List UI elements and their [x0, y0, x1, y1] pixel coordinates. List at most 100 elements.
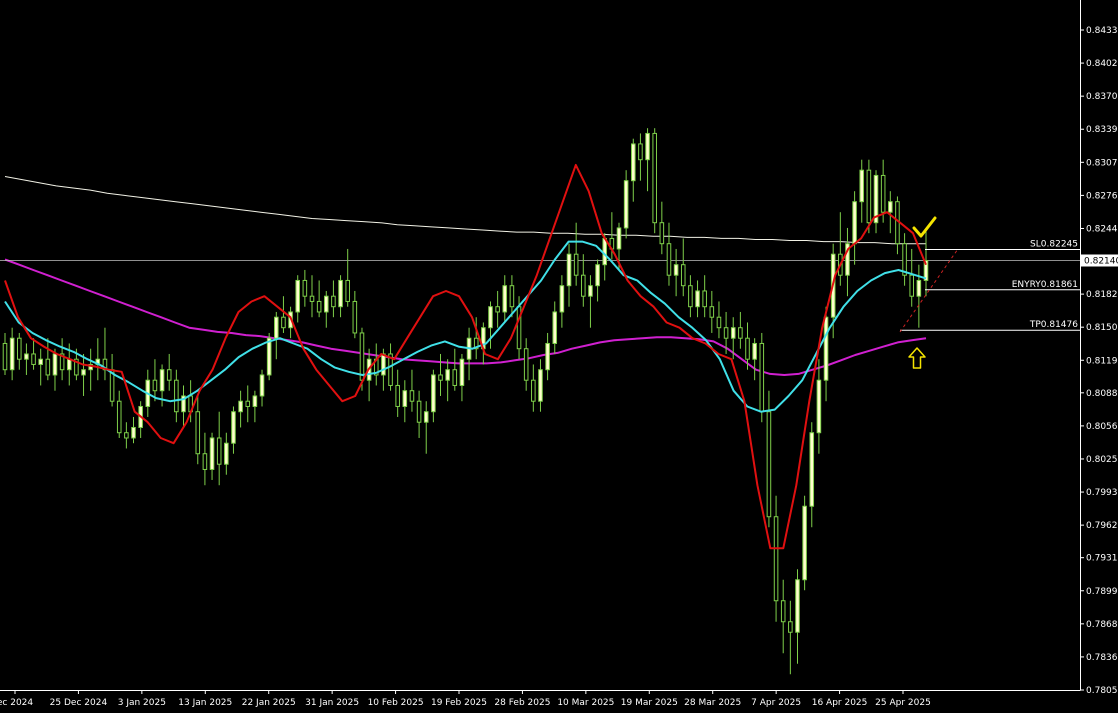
price-tick-label: 0.83390	[1086, 125, 1118, 135]
candle-body	[545, 342, 550, 371]
candle-body	[802, 505, 807, 581]
candle-body	[24, 353, 29, 360]
trade-level-label: ENYRY0.81861	[1012, 280, 1078, 290]
candle-body	[595, 264, 600, 287]
candle-body	[195, 411, 201, 455]
candle-body	[616, 227, 622, 250]
forex-candlestick-chart: SL0.82245 ENYRY0.81861 TP0.81476 0.84335 0.…	[0, 0, 1118, 713]
candle-body	[866, 169, 872, 224]
candle-body	[523, 348, 529, 381]
candle-body	[402, 390, 408, 407]
candle-body	[252, 395, 258, 407]
candle-body	[259, 374, 265, 397]
candle-body	[531, 379, 536, 402]
price-tick-label: 0.79620	[1086, 521, 1118, 531]
candle-body	[552, 311, 558, 344]
candle-body	[666, 243, 672, 276]
candle-body	[52, 353, 58, 376]
candle-body	[9, 337, 15, 371]
candle-body	[224, 442, 229, 465]
candle-body	[416, 400, 422, 423]
candle-body	[916, 279, 922, 297]
candle-body	[652, 132, 657, 224]
price-tick-label: 0.81820	[1086, 290, 1118, 300]
trade-level-label: TP0.81476	[1029, 320, 1078, 330]
price-tick-label: 0.81505	[1086, 323, 1118, 333]
candle-body	[131, 426, 136, 439]
date-tick-label: 10 Mar 2025	[557, 698, 614, 708]
candle-body	[2, 342, 8, 371]
candle-body	[702, 290, 707, 308]
candle-body	[809, 432, 815, 507]
candle-body	[352, 300, 358, 334]
candle-body	[331, 295, 336, 308]
candle-body	[502, 285, 508, 313]
candle-body	[338, 279, 343, 308]
candle-body	[409, 390, 415, 402]
candle-body	[281, 316, 286, 329]
candle-body	[309, 295, 315, 302]
candle-body	[509, 285, 515, 308]
candle-body	[673, 264, 679, 276]
candle-body	[773, 516, 779, 602]
candle-body	[759, 342, 765, 413]
candle-body	[16, 337, 22, 360]
candle-body	[81, 369, 86, 376]
candle-body	[209, 437, 215, 470]
candle-body	[752, 342, 757, 360]
price-tick-label: 0.78365	[1086, 653, 1118, 663]
candle-body	[859, 169, 865, 203]
price-tick-label: 0.83075	[1086, 158, 1118, 168]
candle-body	[581, 274, 586, 297]
price-tick-label: 0.78680	[1086, 620, 1118, 630]
price-tick-label: 0.84335	[1086, 26, 1118, 36]
date-tick-label: 31 Jan 2025	[305, 698, 359, 708]
price-tick-label: 0.80565	[1086, 422, 1118, 432]
candle-body	[359, 332, 365, 381]
candle-body	[688, 285, 693, 308]
price-tick-label: 0.80250	[1086, 455, 1118, 465]
date-tick-label: ec 2024	[0, 698, 33, 708]
candle-body	[659, 222, 665, 245]
candle-body	[159, 369, 165, 392]
date-tick-label: 3 Jan 2025	[118, 698, 166, 708]
price-tick-label: 0.82445	[1086, 224, 1118, 234]
date-tick-label: 28 Feb 2025	[494, 698, 550, 708]
candle-body	[566, 253, 572, 287]
candle-body	[316, 300, 322, 313]
candle-body	[302, 279, 308, 297]
candle-body	[45, 358, 51, 376]
price-tick-label: 0.81190	[1086, 356, 1118, 366]
candle-body	[709, 306, 715, 318]
price-tick-label: 0.80880	[1086, 389, 1118, 399]
candle-body	[38, 358, 43, 365]
candle-body	[588, 285, 593, 297]
candle-body	[623, 180, 629, 229]
date-tick-label: 25 Dec 2024	[50, 698, 108, 708]
candle-body	[152, 379, 158, 392]
candle-body	[345, 279, 350, 302]
candle-body	[880, 174, 886, 213]
candle-body	[438, 374, 443, 381]
current-price-label: 0.82140	[1084, 257, 1118, 267]
date-tick-label: 19 Feb 2025	[431, 698, 487, 708]
candle-body	[445, 369, 450, 381]
candle-body	[645, 132, 650, 161]
candle-body	[66, 358, 72, 371]
candle-body	[31, 353, 36, 365]
candle-body	[602, 237, 608, 266]
price-tick-label: 0.84020	[1086, 59, 1118, 69]
candle-body	[852, 201, 857, 245]
date-tick-label: 13 Jan 2025	[178, 698, 232, 708]
date-tick-label: 19 Mar 2025	[621, 698, 678, 708]
date-tick-label: 28 Mar 2025	[684, 698, 741, 708]
candle-body	[638, 143, 643, 161]
date-tick-label: 25 Apr 2025	[875, 698, 931, 708]
candle-body	[888, 201, 893, 213]
candle-body	[780, 600, 786, 623]
candle-body	[174, 379, 179, 413]
price-tick-label: 0.79310	[1086, 554, 1118, 564]
candle-body	[295, 279, 301, 313]
price-tick-label: 0.82760	[1086, 191, 1118, 201]
candle-body	[630, 143, 636, 182]
